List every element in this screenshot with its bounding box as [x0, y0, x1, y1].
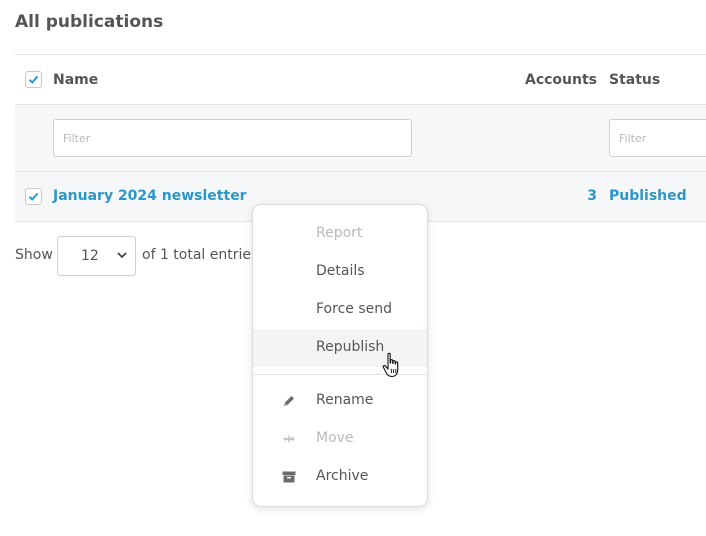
chevron-down-icon — [117, 252, 127, 259]
pencil-icon — [284, 396, 294, 406]
menu-item-label: Move — [316, 430, 354, 446]
column-header-status[interactable]: Status — [609, 72, 660, 88]
row-checkbox[interactable] — [25, 188, 42, 205]
show-label: Show — [15, 247, 53, 263]
column-header-name[interactable]: Name — [53, 72, 98, 88]
status-filter-input[interactable] — [609, 119, 706, 157]
menu-item-label: Archive — [316, 468, 369, 484]
menu-item-details[interactable]: Details — [253, 253, 427, 291]
menu-item-force-send[interactable]: Force send — [253, 291, 427, 329]
publication-name-link[interactable]: January 2024 newsletter — [53, 188, 247, 204]
page-title: All publications — [15, 12, 164, 32]
menu-item-label: Force send — [316, 301, 392, 317]
select-all-checkbox[interactable] — [25, 71, 42, 88]
menu-item-rename[interactable]: Rename — [253, 382, 427, 420]
page-size-value: 12 — [81, 248, 99, 264]
menu-item-label: Details — [316, 263, 365, 279]
name-filter-input[interactable] — [53, 119, 412, 157]
archive-box-icon — [282, 471, 296, 483]
menu-item-move[interactable]: Move — [253, 420, 427, 458]
menu-item-label: Rename — [316, 392, 374, 408]
menu-item-report[interactable]: Report — [253, 215, 427, 253]
check-icon — [28, 75, 39, 84]
column-header-accounts[interactable]: Accounts — [525, 72, 597, 88]
status-link[interactable]: Published — [609, 188, 687, 204]
move-arrows-icon — [283, 435, 295, 443]
hand-pointer-cursor-icon — [382, 352, 399, 378]
page-size-select[interactable]: 12 — [57, 236, 136, 276]
menu-item-label: Report — [316, 225, 363, 241]
accounts-count-link[interactable]: 3 — [587, 188, 597, 204]
check-icon — [28, 192, 39, 201]
total-entries-text: of 1 total entries. — [142, 247, 263, 263]
menu-item-label: Republish — [316, 339, 385, 355]
filter-row — [15, 105, 706, 172]
table-header: Name Accounts Status — [15, 54, 706, 105]
menu-item-archive[interactable]: Archive — [253, 458, 427, 496]
